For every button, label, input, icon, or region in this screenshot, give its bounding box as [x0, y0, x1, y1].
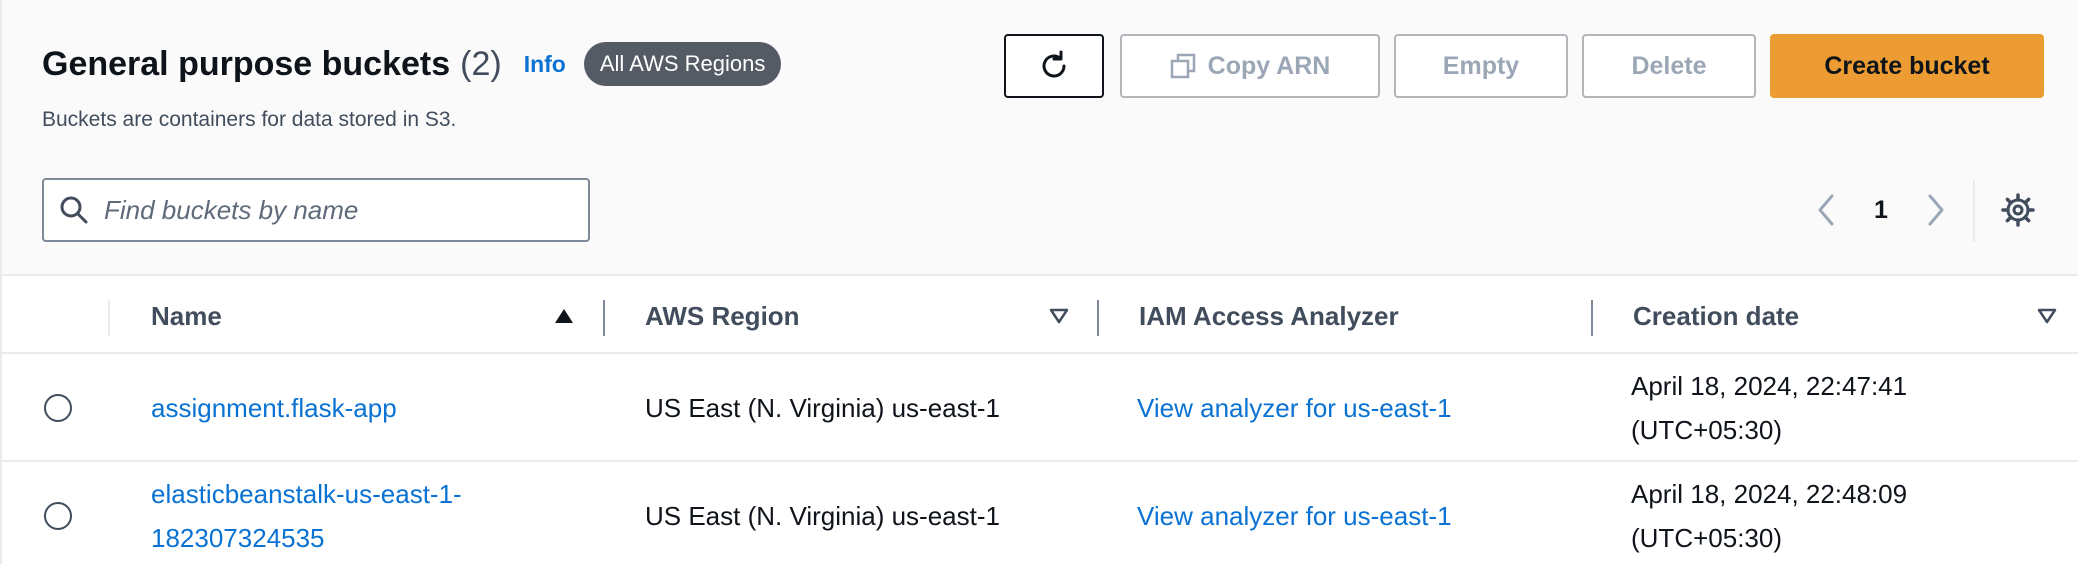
caret-up-icon [555, 309, 573, 323]
refresh-icon [1042, 50, 1066, 78]
column-header-region[interactable]: AWS Region [645, 278, 800, 354]
caret-down-outline-icon [1049, 308, 1069, 324]
bucket-name-link[interactable]: assignment.flask-app [151, 386, 397, 430]
sort-region-icon[interactable] [1045, 302, 1073, 330]
creation-date-timezone: (UTC+05:30) [1631, 415, 1782, 445]
search-input[interactable] [104, 194, 564, 226]
chevron-left-icon [1818, 194, 1834, 226]
column-resizer[interactable] [1591, 300, 1593, 336]
column-header-name[interactable]: Name [151, 278, 222, 354]
copy-arn-label: Copy ARN [1207, 51, 1331, 80]
table-row[interactable]: assignment.flask-app US East (N. Virgini… [2, 354, 2078, 462]
creation-date: April 18, 2024, 22:47:41 [1631, 371, 1908, 401]
bucket-name-link-continued[interactable]: 182307324535 [151, 516, 325, 560]
table-header: Name AWS Region IAM Access Analyzer Crea… [2, 278, 2078, 354]
bucket-region: US East (N. Virginia) us-east-1 [645, 501, 1000, 531]
row-select-radio[interactable] [44, 502, 72, 530]
previous-page-button[interactable] [1808, 186, 1844, 234]
create-bucket-button[interactable]: Create bucket [1770, 34, 2044, 98]
table-row[interactable]: elasticbeanstalk-us-east-1- 182307324535… [2, 462, 2078, 564]
column-resizer[interactable] [1097, 300, 1099, 336]
sort-ascending-icon[interactable] [550, 302, 578, 330]
chevron-right-icon [1928, 194, 1944, 226]
bucket-region: US East (N. Virginia) us-east-1 [645, 393, 1000, 423]
row-select-radio[interactable] [44, 394, 72, 422]
table-settings-button[interactable] [1998, 190, 2038, 230]
copy-arn-button[interactable]: Copy ARN [1120, 34, 1380, 98]
next-page-button[interactable] [1918, 186, 1954, 234]
bucket-count: (2) [460, 44, 502, 83]
buckets-panel: General purpose buckets (2) Info All AWS… [0, 0, 2078, 564]
view-analyzer-link[interactable]: View analyzer for us-east-1 [1137, 386, 1452, 430]
page-description: Buckets are containers for data stored i… [42, 108, 457, 131]
gear-icon [2001, 193, 2035, 227]
panel-header: General purpose buckets (2) Info All AWS… [2, 0, 2078, 276]
column-resizer[interactable] [603, 300, 605, 336]
current-page-number[interactable]: 1 [1864, 186, 1898, 234]
bucket-name-link[interactable]: elasticbeanstalk-us-east-1- [151, 472, 462, 516]
empty-button[interactable]: Empty [1394, 34, 1568, 98]
column-header-creation-date[interactable]: Creation date [1633, 278, 1799, 354]
search-icon [60, 196, 88, 224]
page-title: General purpose buckets [42, 44, 451, 83]
info-link[interactable]: Info [524, 51, 566, 78]
title-row: General purpose buckets (2) Info All AWS… [42, 42, 782, 86]
column-header-analyzer[interactable]: IAM Access Analyzer [1139, 278, 1399, 354]
region-badge: All AWS Regions [583, 42, 782, 86]
sort-date-icon[interactable] [2033, 302, 2061, 330]
pagination-divider [1973, 180, 1975, 242]
creation-date-timezone: (UTC+05:30) [1631, 523, 1782, 553]
column-divider [108, 300, 110, 336]
view-analyzer-link[interactable]: View analyzer for us-east-1 [1137, 494, 1452, 538]
caret-down-outline-icon [2037, 308, 2057, 324]
copy-icon [1170, 53, 1195, 79]
delete-button[interactable]: Delete [1582, 34, 1756, 98]
search-box [42, 178, 590, 242]
creation-date: April 18, 2024, 22:48:09 [1631, 479, 1908, 509]
refresh-button[interactable] [1004, 34, 1104, 98]
